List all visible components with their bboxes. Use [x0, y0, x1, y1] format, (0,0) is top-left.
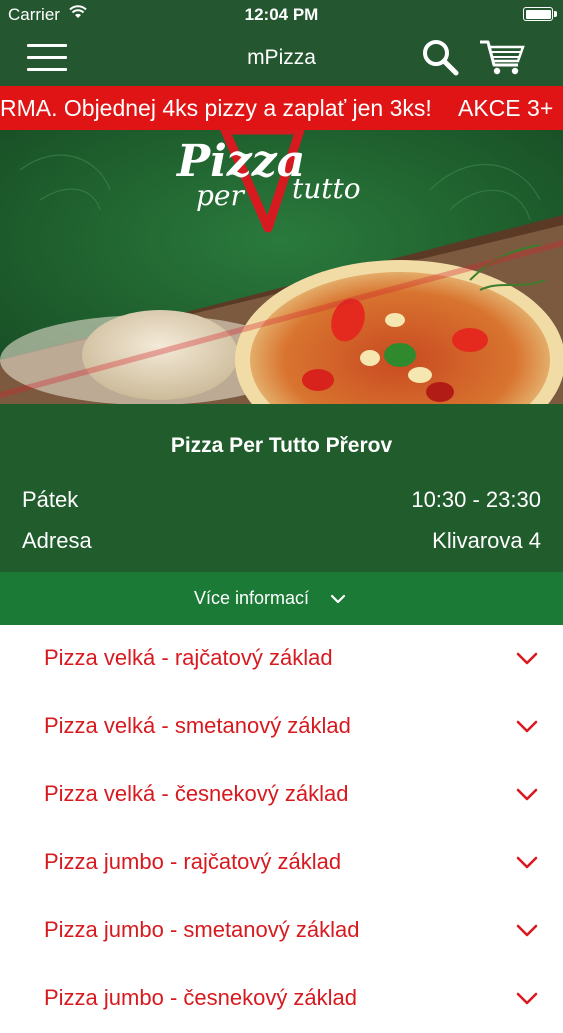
cart-icon: [480, 40, 525, 75]
category-item[interactable]: Pizza jumbo - smetanový základ: [0, 897, 563, 965]
promo-text: RMA. Objednej 4ks pizzy a zaplať jen 3ks…: [0, 95, 432, 121]
search-icon: [423, 40, 459, 76]
category-label: Pizza jumbo - smetanový základ: [44, 917, 360, 942]
category-label: Pizza jumbo - česnekový základ: [44, 985, 358, 1010]
chevron-down-icon: [516, 788, 538, 801]
category-item[interactable]: Pizza velká - česnekový základ: [0, 761, 563, 829]
status-bar: Carrier 12:04 PM: [0, 0, 563, 30]
category-label: Pizza velká - rajčatový základ: [44, 645, 333, 670]
category-item[interactable]: Pizza jumbo - česnekový základ: [0, 965, 563, 1033]
opening-hours: 10:30 - 23:30: [411, 487, 541, 512]
category-label: Pizza velká - smetanový základ: [44, 713, 351, 738]
category-label: Pizza velká - česnekový základ: [44, 781, 349, 806]
chevron-down-icon: [516, 924, 538, 937]
clock: 12:04 PM: [244, 5, 319, 24]
cart-button[interactable]: [478, 38, 528, 78]
hero-banner: Pizza per tutto: [0, 130, 563, 404]
more-info-label: Více informací: [194, 588, 310, 608]
address-value: Klivarova 4: [432, 528, 541, 553]
search-button[interactable]: [420, 38, 462, 78]
chevron-down-icon: [516, 992, 538, 1005]
logo-tutto-text: tutto: [292, 172, 361, 205]
more-info-button[interactable]: Více informací: [0, 572, 563, 625]
chevron-down-icon: [516, 720, 538, 733]
address-label: Adresa: [22, 528, 92, 553]
nav-bar: mPizza: [0, 30, 563, 86]
logo-per-text: per: [196, 179, 245, 212]
battery-icon: [523, 7, 557, 21]
category-item[interactable]: Pizza velká - smetanový základ: [0, 693, 563, 761]
category-item[interactable]: Pizza jumbo - rajčatový základ: [0, 829, 563, 897]
chevron-down-icon: [516, 652, 538, 665]
category-label: Pizza jumbo - rajčatový základ: [44, 849, 342, 874]
category-item[interactable]: Pizza velká - rajčatový základ: [0, 625, 563, 693]
promo-ticker: RMA. Objednej 4ks pizzy a zaplať jen 3ks…: [0, 86, 563, 130]
hero-image: Pizza per tutto: [0, 130, 563, 404]
promo-text-next: AKCE 3+: [458, 95, 554, 121]
restaurant-info: Pizza Per Tutto Přerov Pátek 10:30 - 23:…: [0, 404, 563, 572]
chevron-down-icon: [330, 594, 346, 604]
day-label: Pátek: [22, 487, 79, 512]
chevron-down-icon: [516, 856, 538, 869]
restaurant-name: Pizza Per Tutto Přerov: [170, 434, 393, 457]
